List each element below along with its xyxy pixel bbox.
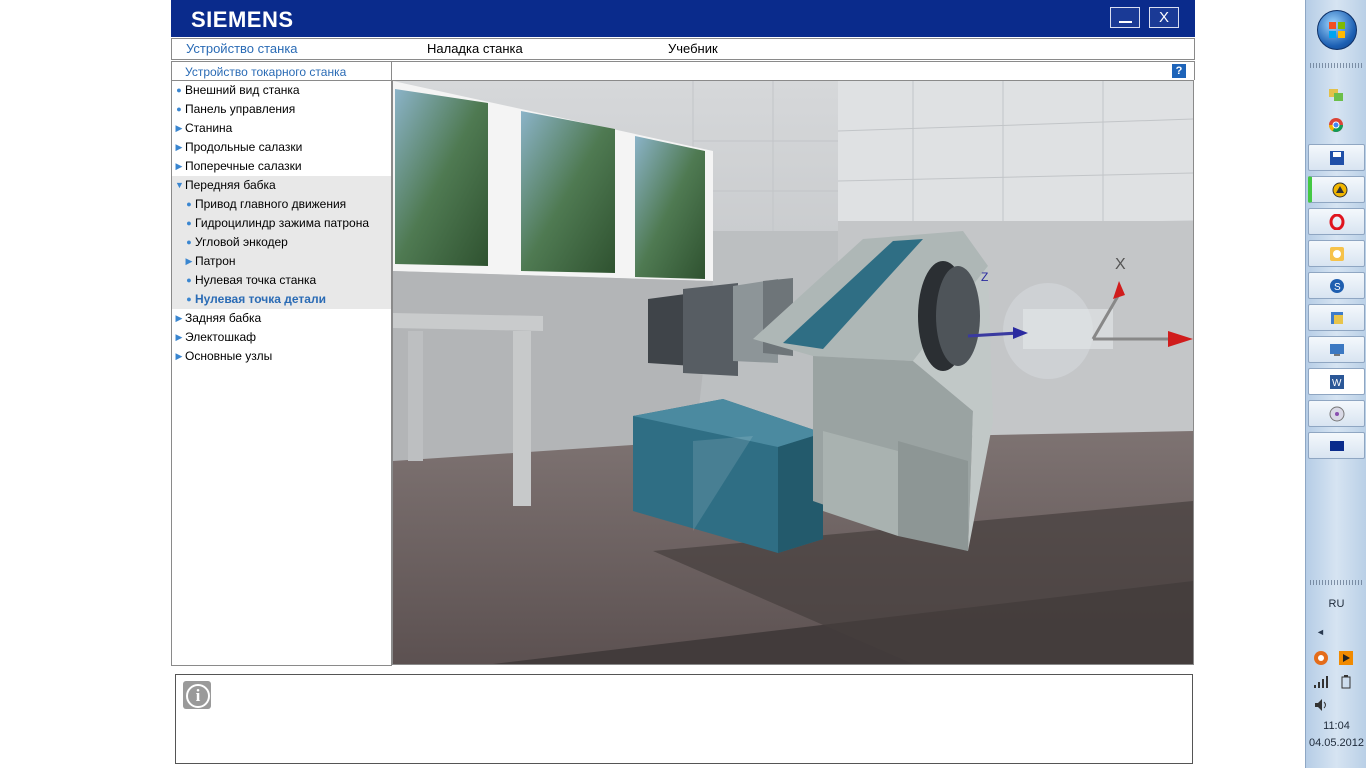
title-bar: SIEMENS X — [171, 0, 1195, 37]
tree-item-longitudinal-slide[interactable]: ▶ Продольные салазки — [172, 138, 391, 157]
taskbar-grip[interactable] — [1310, 63, 1362, 68]
expand-arrow-icon: ▶ — [175, 142, 183, 152]
tree-item-headstock[interactable]: ▼ Передняя бабка — [172, 176, 391, 195]
volume-icon[interactable] — [1313, 697, 1329, 713]
info-panel: i — [175, 674, 1193, 764]
help-button[interactable]: ? — [1172, 64, 1186, 78]
expand-arrow-icon: ▶ — [175, 332, 183, 342]
tree-item-main-units[interactable]: ▶ Основные узлы — [172, 347, 391, 366]
tab-machine-setup[interactable]: Наладка станка — [427, 41, 523, 56]
bullet-icon: ● — [186, 218, 192, 228]
taskbar-skype[interactable]: S — [1308, 272, 1365, 299]
taskbar-warning-app[interactable] — [1308, 176, 1365, 203]
taskbar-siemens-app[interactable] — [1308, 432, 1365, 459]
taskbar-clock-app[interactable] — [1308, 240, 1365, 267]
taskbar-save-app[interactable] — [1308, 144, 1365, 171]
siemens-app-icon — [1329, 438, 1345, 454]
windows-taskbar: S W RU ◄ 11:04 04.05.2012 — [1305, 0, 1366, 768]
bullet-icon: ● — [186, 199, 192, 209]
tree-item-machine-zero[interactable]: ● Нулевая точка станка — [172, 271, 391, 290]
expand-arrow-icon: ▶ — [185, 256, 193, 266]
bullet-icon: ● — [186, 237, 192, 247]
navigation-panel: Устройство токарного станка ● Внешний вид… — [171, 61, 392, 666]
taskbar-library[interactable] — [1308, 304, 1365, 331]
svg-text:S: S — [1334, 282, 1341, 293]
tray-app-icon[interactable] — [1313, 650, 1329, 666]
tab-textbook[interactable]: Учебник — [668, 41, 718, 56]
expand-arrow-icon: ▶ — [175, 123, 183, 133]
tree-item-workpiece-zero[interactable]: ● Нулевая точка детали — [172, 290, 391, 309]
remote-desktop-icon — [1329, 342, 1345, 358]
expand-arrow-icon: ▶ — [175, 351, 183, 361]
siemens-app-window: SIEMENS X Устройство станка Наладка стан… — [171, 0, 1195, 768]
expand-arrow-icon: ▶ — [175, 313, 183, 323]
network-signal-icon[interactable] — [1313, 674, 1329, 690]
bullet-icon: ● — [186, 294, 192, 304]
bullet-icon: ● — [176, 104, 182, 114]
tree-item-cross-slide[interactable]: ▶ Поперечные салазки — [172, 157, 391, 176]
x-axis-label: X — [1115, 256, 1126, 273]
power-icon[interactable] — [1338, 674, 1354, 690]
tree-item-bed[interactable]: ▶ Станина — [172, 119, 391, 138]
svg-text:W: W — [1332, 378, 1342, 389]
chrome-icon[interactable] — [1328, 117, 1344, 133]
tree-item-control-panel[interactable]: ● Панель управления — [172, 100, 391, 119]
expand-arrow-icon: ▶ — [175, 161, 183, 171]
word-icon: W — [1329, 374, 1345, 390]
info-icon: i — [183, 681, 211, 709]
library-icon — [1329, 310, 1345, 326]
clock-time[interactable]: 11:04 — [1306, 720, 1366, 732]
taskbar-word[interactable]: W — [1308, 368, 1365, 395]
taskbar-media-player[interactable] — [1308, 400, 1365, 427]
clock-date[interactable]: 04.05.2012 — [1306, 737, 1366, 749]
collapse-arrow-icon: ▼ — [175, 180, 184, 190]
save-icon — [1329, 150, 1345, 166]
minimize-button[interactable] — [1110, 7, 1140, 28]
navigation-tree: ● Внешний вид станка ● Панель управления ▶… — [172, 81, 391, 366]
bullet-icon: ● — [186, 275, 192, 285]
3d-viewer[interactable]: Z X — [392, 80, 1194, 665]
main-tab-bar: Устройство станка Наладка станка Учебник — [171, 38, 1195, 60]
tree-item-chuck[interactable]: ▶ Патрон — [172, 252, 391, 271]
z-axis-label: Z — [981, 270, 988, 284]
tree-item-electrical-cabinet[interactable]: ▶ Электошкаф — [172, 328, 391, 347]
tree-item-main-drive[interactable]: ● Привод главного движения — [172, 195, 391, 214]
taskbar-remote-desktop[interactable] — [1308, 336, 1365, 363]
siemens-logo: SIEMENS — [191, 7, 294, 32]
minimize-icon — [1119, 21, 1132, 23]
tree-item-angular-encoder[interactable]: ● Угловой энкодер — [172, 233, 391, 252]
headstock-3d-scene: Z X — [393, 81, 1193, 664]
tree-item-chuck-cylinder[interactable]: ● Гидроцилиндр зажима патрона — [172, 214, 391, 233]
show-hidden-icons-arrow[interactable]: ◄ — [1316, 627, 1325, 637]
opera-icon — [1329, 213, 1345, 231]
tree-item-tailstock[interactable]: ▶ Задняя бабка — [172, 309, 391, 328]
navigation-header: Устройство токарного станка — [172, 62, 391, 81]
start-button[interactable] — [1317, 10, 1357, 50]
viewer-header: ? — [391, 61, 1195, 80]
taskbar-opera[interactable] — [1308, 208, 1365, 235]
tab-machine-structure[interactable]: Устройство станка — [186, 41, 298, 56]
tray-grip[interactable] — [1310, 580, 1362, 585]
bullet-icon: ● — [176, 85, 182, 95]
tray-media-icon[interactable] — [1338, 650, 1354, 666]
media-disc-icon — [1329, 406, 1345, 422]
tree-item-exterior[interactable]: ● Внешний вид станка — [172, 81, 391, 100]
warning-app-icon — [1332, 182, 1348, 198]
skype-icon: S — [1329, 278, 1345, 294]
windows-logo-icon — [1329, 22, 1345, 38]
clock-app-icon — [1329, 246, 1345, 262]
shared-folders-icon[interactable] — [1328, 86, 1344, 102]
close-button[interactable]: X — [1149, 7, 1179, 28]
language-indicator[interactable]: RU — [1306, 598, 1366, 610]
